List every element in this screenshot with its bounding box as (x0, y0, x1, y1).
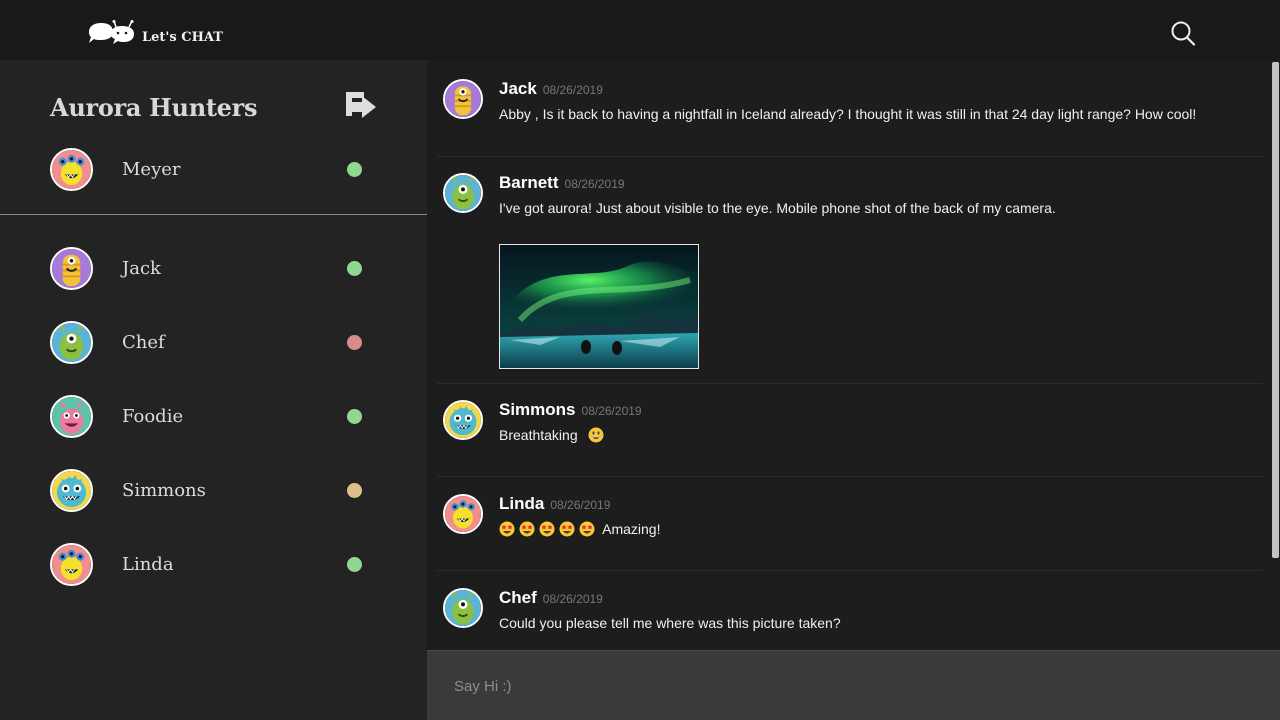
message-text-content: Amazing! (602, 521, 661, 537)
star-struck-emoji (499, 521, 515, 537)
star-struck-emoji (559, 521, 575, 537)
sidebar-divider (0, 214, 427, 215)
pink-monster-avatar (443, 494, 483, 534)
status-dot-online (347, 409, 362, 424)
message-author: Jack (499, 79, 537, 98)
message-author: Simmons (499, 400, 576, 419)
chat-bubbles-icon (86, 20, 138, 46)
pink-horned-monster-avatar (50, 395, 93, 438)
search-button[interactable] (1169, 20, 1197, 48)
grinning-emoji (588, 427, 604, 443)
message-divider (437, 383, 1263, 384)
message-date: 08/26/2019 (542, 592, 603, 606)
member-linda[interactable]: Linda (0, 543, 427, 589)
message-text: Breathtaking (499, 427, 608, 443)
message-date: 08/26/2019 (581, 404, 642, 418)
message-text: Could you please tell me where was this … (499, 615, 841, 631)
member-name: Linda (122, 554, 174, 575)
member-jack[interactable]: Jack (0, 247, 427, 293)
message-header: Linda 08/26/2019 (499, 494, 610, 514)
member-owner-meyer[interactable]: Meyer (0, 148, 427, 194)
blue-monster-avatar (50, 469, 93, 512)
message-date: 08/26/2019 (564, 177, 625, 191)
member-name: Foodie (122, 406, 184, 427)
group-title: Aurora Hunters (50, 93, 258, 122)
status-dot-online (347, 261, 362, 276)
message-header: Barnett 08/26/2019 (499, 173, 625, 193)
member-name: Jack (122, 258, 161, 279)
app-logo[interactable]: Let's CHAT (86, 18, 223, 46)
green-monster-avatar (50, 321, 93, 364)
message-author: Chef (499, 588, 537, 607)
message-text: I've got aurora! Just about visible to t… (499, 200, 1056, 216)
member-foodie[interactable]: Foodie (0, 395, 427, 441)
app-logo-text: Let's CHAT (142, 30, 223, 45)
member-name: Meyer (122, 159, 181, 180)
status-dot-online (347, 162, 362, 177)
aurora-photo[interactable] (499, 244, 699, 369)
sidebar: Aurora Hunters Meyer Jack Chef Foodie Si… (0, 60, 427, 720)
message-list[interactable]: Jack 08/26/2019 Abby , Is it back to havi… (427, 60, 1280, 650)
message-input[interactable] (427, 651, 1280, 720)
message-divider (437, 476, 1263, 477)
member-name: Simmons (122, 480, 206, 501)
message-author: Linda (499, 494, 545, 513)
green-monster-avatar (443, 173, 483, 213)
message-header: Simmons 08/26/2019 (499, 400, 642, 420)
status-dot-away (347, 483, 362, 498)
message-divider (437, 156, 1263, 157)
blue-monster-avatar (443, 400, 483, 440)
star-struck-emoji (519, 521, 535, 537)
member-simmons[interactable]: Simmons (0, 469, 427, 515)
message-text: Abby , Is it back to having a nightfall … (499, 106, 1197, 122)
status-dot-busy (347, 335, 362, 350)
purple-monster-avatar (443, 79, 483, 119)
message-header: Jack 08/26/2019 (499, 79, 603, 99)
pink-monster-avatar (50, 148, 93, 191)
pink-monster-avatar (50, 543, 93, 586)
message-date: 08/26/2019 (550, 498, 611, 512)
scrollbar-thumb[interactable] (1272, 62, 1279, 558)
message-text-content: Breathtaking (499, 427, 578, 443)
member-name: Chef (122, 332, 165, 353)
member-chef[interactable]: Chef (0, 321, 427, 367)
exit-arrow-icon (344, 92, 378, 126)
message-text: Amazing! (499, 521, 660, 537)
message-author: Barnett (499, 173, 559, 192)
search-icon (1169, 21, 1197, 52)
green-monster-avatar (443, 588, 483, 628)
star-struck-emoji (539, 521, 555, 537)
leave-group-button[interactable] (344, 90, 378, 122)
status-dot-online (347, 557, 362, 572)
message-header: Chef 08/26/2019 (499, 588, 603, 608)
message-composer (427, 650, 1280, 720)
message-date: 08/26/2019 (542, 83, 603, 97)
star-struck-emoji (579, 521, 595, 537)
purple-monster-avatar (50, 247, 93, 290)
top-bar: Let's CHAT (0, 0, 1280, 60)
message-divider (437, 570, 1263, 571)
